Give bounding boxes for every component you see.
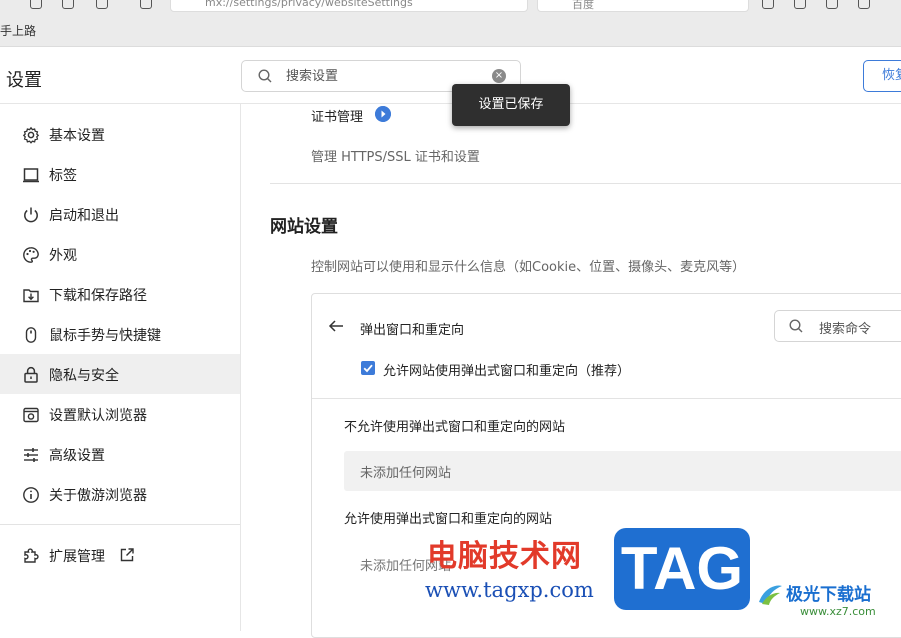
- download-icon[interactable]: [826, 0, 838, 9]
- section-divider: [270, 183, 901, 184]
- clear-icon[interactable]: ×: [492, 69, 506, 83]
- forward-icon[interactable]: [62, 0, 74, 9]
- sidebar-item-advanced[interactable]: 高级设置: [0, 434, 240, 474]
- bookmarks-bar: 手上路: [0, 14, 901, 47]
- sidebar-item-downloads[interactable]: 下载和保存路径: [0, 274, 240, 314]
- back-arrow-icon[interactable]: [328, 318, 344, 334]
- sidebar-item-tabs[interactable]: 标签: [0, 154, 240, 194]
- sidebar-item-label: 启动和退出: [49, 208, 119, 224]
- gear-icon: [22, 126, 40, 144]
- lock-icon: [24, 366, 38, 383]
- empty-text: 未添加任何网站: [360, 466, 452, 481]
- sidebar-item-label: 扩展管理: [49, 549, 105, 565]
- search-icon: [789, 319, 803, 333]
- cert-management-title[interactable]: 证书管理: [311, 106, 363, 125]
- browser-toolbar: mx://settings/privacy/websiteSettings 百度: [0, 0, 901, 14]
- palette-icon: [23, 247, 39, 263]
- sidebar-item-label: 下载和保存路径: [49, 288, 147, 304]
- tab-icon: [23, 168, 39, 183]
- home-icon[interactable]: [140, 0, 152, 9]
- info-icon: [23, 487, 39, 503]
- settings-header: 设置 × 恢复: [0, 48, 901, 104]
- sidebar-item-about[interactable]: 关于傲游浏览器: [0, 474, 240, 514]
- panel-title: 弹出窗口和重定向: [360, 323, 465, 338]
- browser-search-box[interactable]: 百度: [537, 0, 749, 12]
- download-icon: [23, 289, 39, 303]
- search-icon: [258, 69, 272, 83]
- sidebar-item-label: 高级设置: [49, 448, 105, 464]
- blocked-sites-title: 不允许使用弹出式窗口和重定向的网站: [344, 420, 566, 435]
- panel-divider: [312, 398, 901, 399]
- sidebar-item-privacy[interactable]: 隐私与安全: [0, 354, 240, 394]
- sidebar-item-label: 设置默认浏览器: [49, 408, 147, 424]
- back-icon[interactable]: [30, 0, 42, 9]
- arrow-right-icon[interactable]: [375, 106, 391, 122]
- toolbar-icon[interactable]: [762, 0, 774, 9]
- sidebar-item-basic[interactable]: 基本设置: [0, 114, 240, 154]
- section-desc: 控制网站可以使用和显示什么信息（如Cookie、位置、摄像头、麦克风等）: [311, 260, 746, 275]
- sidebar-item-label: 隐私与安全: [49, 368, 119, 384]
- sidebar-item-label: 基本设置: [49, 128, 105, 144]
- address-bar[interactable]: mx://settings/privacy/websiteSettings: [170, 0, 528, 12]
- settings-search-input[interactable]: [286, 66, 486, 86]
- allow-popups-label[interactable]: 允许网站使用弹出式窗口和重定向（推荐）: [383, 360, 630, 379]
- bookmark-item[interactable]: 手上路: [0, 22, 36, 39]
- command-search[interactable]: 搜索命令: [774, 310, 901, 342]
- power-icon: [24, 207, 38, 223]
- watermark-site-name: 极光下载站: [786, 585, 871, 605]
- toast-message: 设置已保存: [452, 84, 570, 126]
- command-search-placeholder: 搜索命令: [819, 322, 872, 337]
- sidebar-item-label: 外观: [49, 248, 77, 264]
- section-title: 网站设置: [270, 217, 338, 237]
- sidebar-item-label: 标签: [49, 168, 77, 184]
- page-title: 设置: [6, 70, 42, 91]
- sidebar-item-appearance[interactable]: 外观: [0, 234, 240, 274]
- watermark-tag-logo: TAG: [614, 528, 750, 610]
- sidebar-item-default-browser[interactable]: 设置默认浏览器: [0, 394, 240, 434]
- restore-button[interactable]: 恢复: [863, 60, 901, 92]
- watermark-text: 电脑技术网: [427, 539, 582, 574]
- sliders-icon: [24, 448, 38, 462]
- sidebar-item-startup[interactable]: 启动和退出: [0, 194, 240, 234]
- sidebar-divider: [0, 524, 240, 525]
- watermark-url: www.tagxp.com: [425, 578, 594, 602]
- toolbar-icon[interactable]: [858, 0, 870, 9]
- sidebar: 基本设置 标签 启动和退出 外观 下载和保存路径 鼠标手势与快捷键 隐私与安全 …: [0, 104, 241, 631]
- cert-management-desc: 管理 HTTPS/SSL 证书和设置: [311, 150, 480, 165]
- mouse-icon: [25, 327, 37, 343]
- sidebar-item-gestures[interactable]: 鼠标手势与快捷键: [0, 314, 240, 354]
- sidebar-item-extensions[interactable]: 扩展管理: [0, 535, 240, 575]
- allowed-sites-title: 允许使用弹出式窗口和重定向的网站: [344, 512, 553, 527]
- check-icon: [363, 364, 373, 373]
- blocked-sites-empty: 未添加任何网站: [344, 451, 901, 491]
- puzzle-icon: [24, 548, 39, 563]
- aurora-logo-icon: [759, 585, 782, 605]
- watermark-site-url: www.xz7.com: [800, 605, 876, 618]
- allow-popups-checkbox[interactable]: [361, 361, 375, 375]
- refresh-icon[interactable]: [96, 0, 108, 9]
- sidebar-item-label: 关于傲游浏览器: [49, 488, 147, 504]
- toolbar-icon[interactable]: [794, 0, 806, 9]
- sidebar-item-label: 鼠标手势与快捷键: [49, 328, 161, 344]
- browser-icon: [23, 407, 39, 423]
- external-link-icon: [120, 548, 134, 562]
